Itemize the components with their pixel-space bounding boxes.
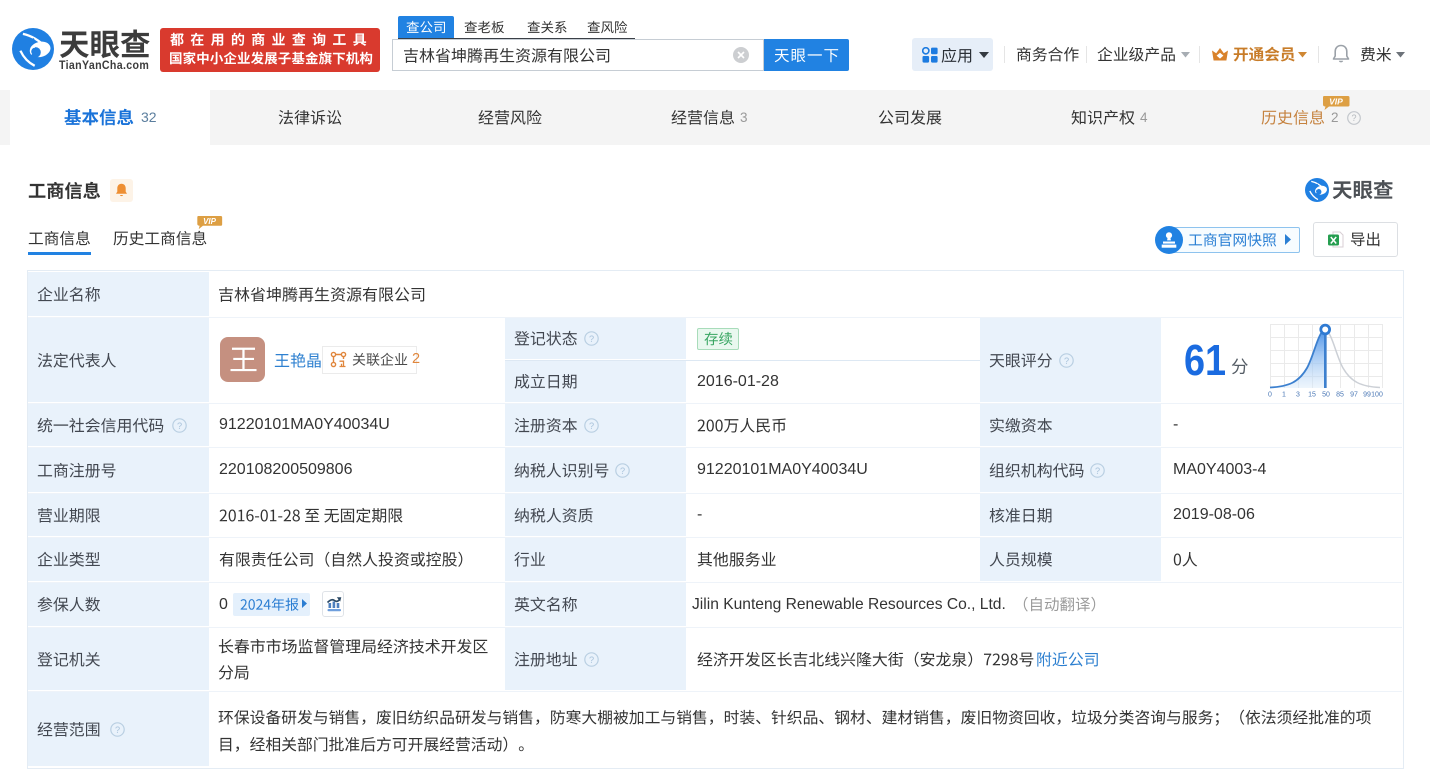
svg-text:?: ? bbox=[176, 421, 181, 431]
svg-text:50: 50 bbox=[1322, 392, 1330, 399]
svg-text:?: ? bbox=[589, 655, 594, 665]
svg-text:15: 15 bbox=[1308, 392, 1316, 399]
svg-text:1: 1 bbox=[1282, 392, 1286, 399]
svg-text:?: ? bbox=[589, 334, 594, 344]
svg-text:VIP: VIP bbox=[1329, 97, 1343, 107]
svg-text:?: ? bbox=[115, 725, 120, 735]
svg-text:100: 100 bbox=[1371, 392, 1383, 399]
svg-text:3: 3 bbox=[1296, 392, 1300, 399]
svg-text:97: 97 bbox=[1350, 392, 1358, 399]
svg-text:?: ? bbox=[1095, 466, 1100, 476]
svg-text:?: ? bbox=[589, 421, 594, 431]
svg-text:?: ? bbox=[1064, 356, 1069, 366]
svg-text:VIP: VIP bbox=[203, 217, 217, 226]
svg-text:?: ? bbox=[620, 466, 625, 476]
svg-text:99: 99 bbox=[1363, 392, 1371, 399]
svg-text:85: 85 bbox=[1336, 392, 1344, 399]
svg-text:0: 0 bbox=[1268, 392, 1272, 399]
svg-text:?: ? bbox=[1351, 113, 1356, 123]
